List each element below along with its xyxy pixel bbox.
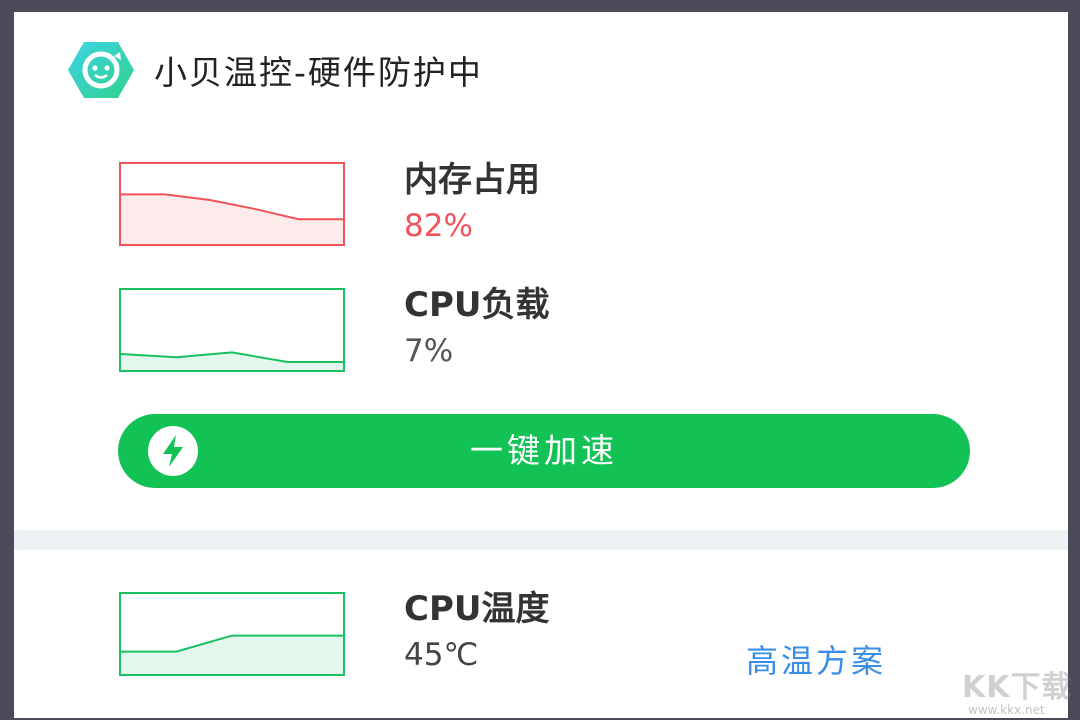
cpu-temp-value: 45℃ [404, 637, 479, 673]
cpu-load-sparkline [119, 288, 345, 372]
cpu-load-chart-card [119, 288, 345, 372]
cpu-load-label: CPU负载 [404, 285, 550, 325]
watermark-url: www.kkx.net [968, 703, 1045, 717]
high-temp-solution-link[interactable]: 高温方案 [746, 636, 886, 682]
title-bar: 小贝温控-硬件防护中 [66, 40, 483, 100]
boost-button-label: 一键加速 [470, 431, 618, 470]
memory-sparkline [119, 162, 345, 246]
one-click-boost-button[interactable]: 一键加速 [118, 414, 970, 488]
cpu-temp-label: CPU温度 [404, 589, 550, 629]
watermark-logo-text: KK下载 [962, 670, 1073, 705]
app-title: 小贝温控-硬件防护中 [154, 53, 483, 92]
cpu-load-stat: CPU负载 7% [404, 285, 549, 371]
cpu-temp-chart-card [119, 592, 345, 676]
section-divider [14, 530, 1068, 550]
cpu-load-value: 7% [404, 333, 454, 369]
memory-label: 内存占用 [404, 160, 540, 200]
memory-stat: 内存占用 82% [404, 160, 540, 246]
memory-value: 82% [404, 208, 473, 244]
memory-chart-card [119, 162, 345, 246]
cpu-temp-sparkline [119, 592, 345, 676]
cpu-temp-stat: CPU温度 45℃ [404, 589, 549, 675]
smiley-refresh-icon [68, 42, 134, 98]
